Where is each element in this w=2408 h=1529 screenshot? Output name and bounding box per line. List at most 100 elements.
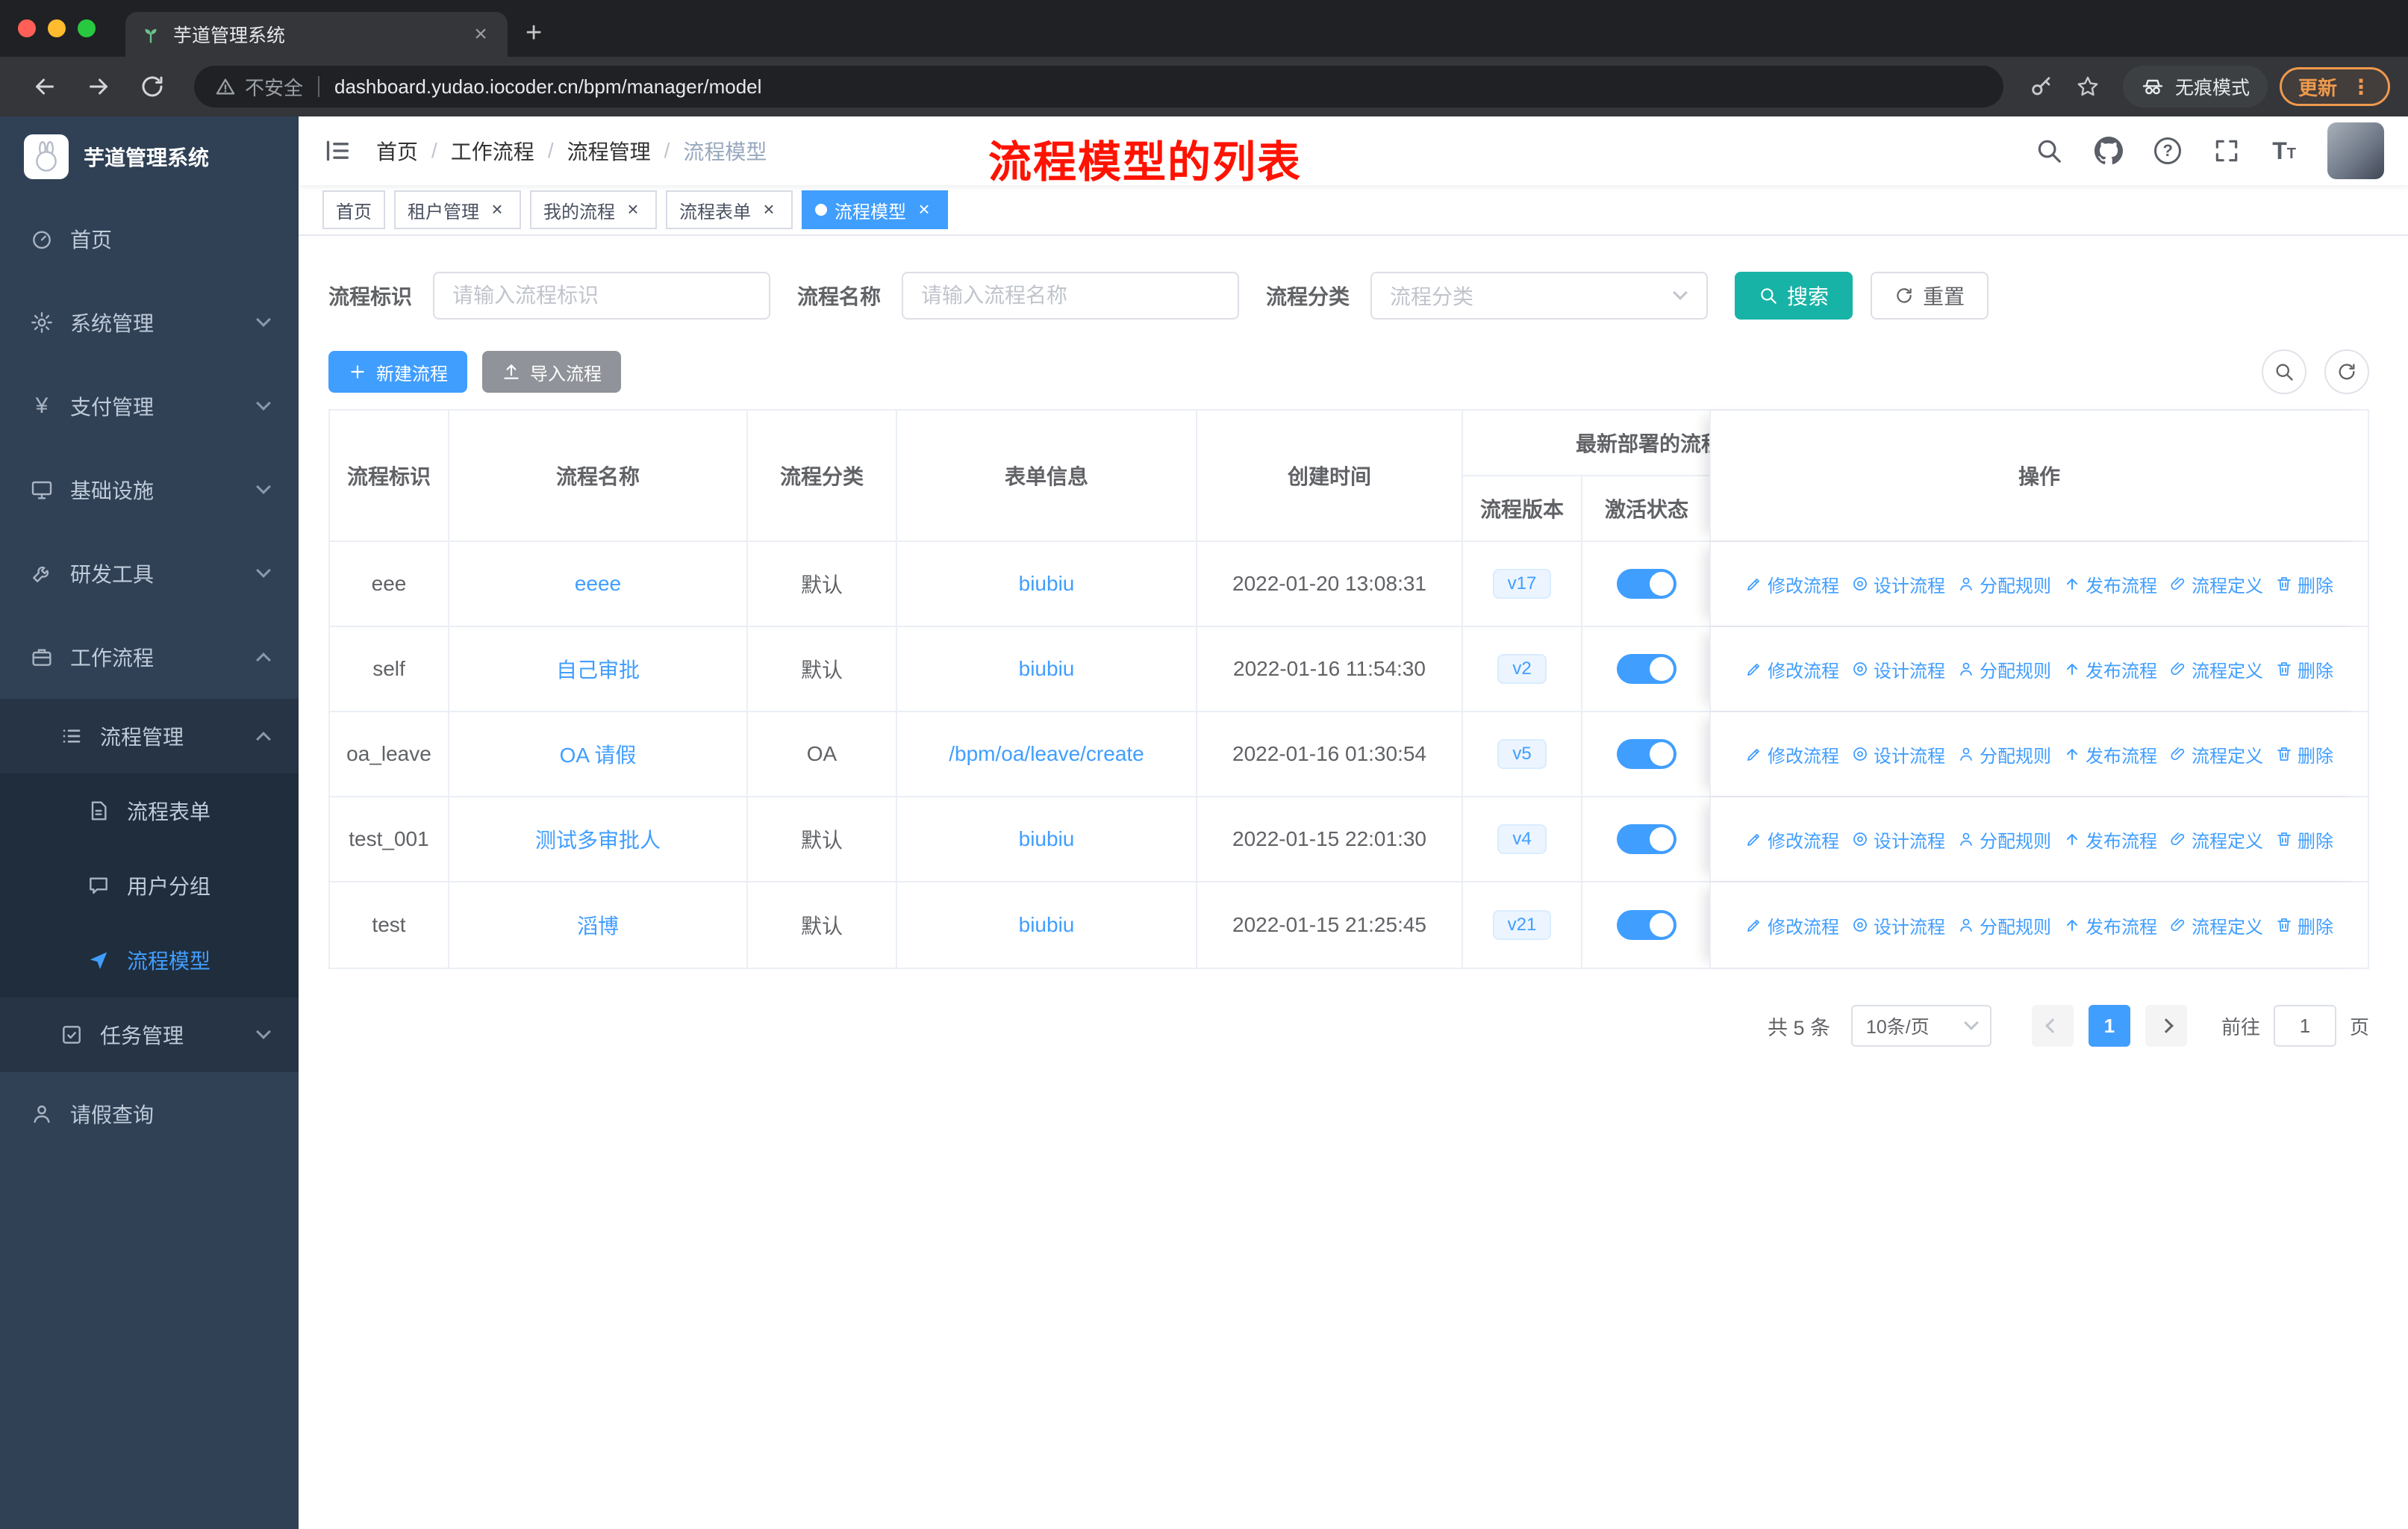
model-name-link[interactable]: 测试多审批人 xyxy=(535,824,661,854)
password-key-icon[interactable] xyxy=(2029,74,2054,99)
forward-button[interactable] xyxy=(85,73,112,100)
edit-flow-link[interactable]: 修改流程 xyxy=(1745,826,1839,853)
tag-view-home[interactable]: 首页 xyxy=(322,190,385,229)
delete-link[interactable]: 删除 xyxy=(2275,826,2333,853)
address-bar[interactable]: 不安全 dashboard.yudao.iocoder.cn/bpm/manag… xyxy=(194,66,2003,108)
form-info-link[interactable]: biubiu xyxy=(1019,913,1075,937)
back-button[interactable] xyxy=(31,73,58,100)
create-process-button[interactable]: 新建流程 xyxy=(328,351,467,393)
hamburger-icon[interactable] xyxy=(322,136,352,166)
minimize-window-button[interactable] xyxy=(48,19,66,37)
close-icon[interactable]: × xyxy=(758,199,779,220)
process-name-input[interactable] xyxy=(902,272,1240,320)
sidebar-item-user-group[interactable]: 用户分组 xyxy=(0,848,299,923)
sidebar-item-task-mgmt[interactable]: 任务管理 xyxy=(0,997,299,1072)
next-page-button[interactable] xyxy=(2145,1005,2187,1047)
close-icon[interactable]: × xyxy=(623,199,643,220)
delete-link[interactable]: 删除 xyxy=(2275,656,2333,682)
sidebar-item-system[interactable]: 系统管理 xyxy=(0,281,299,364)
assign-rule-link[interactable]: 分配规则 xyxy=(1957,656,2051,682)
font-size-icon[interactable]: T T xyxy=(2272,139,2296,163)
form-info-link[interactable]: biubiu xyxy=(1019,572,1075,596)
design-flow-link[interactable]: 设计流程 xyxy=(1851,571,1945,597)
model-name-link[interactable]: 滔博 xyxy=(577,910,619,940)
form-info-link[interactable]: biubiu xyxy=(1019,657,1075,681)
design-flow-link[interactable]: 设计流程 xyxy=(1851,656,1945,682)
assign-rule-link[interactable]: 分配规则 xyxy=(1957,571,2051,597)
breadcrumb-item[interactable]: 工作流程 xyxy=(451,136,534,166)
edit-flow-link[interactable]: 修改流程 xyxy=(1745,571,1839,597)
sidebar-item-process-model[interactable]: 流程模型 xyxy=(0,923,299,997)
design-flow-link[interactable]: 设计流程 xyxy=(1851,741,1945,767)
model-name-link[interactable]: 自己审批 xyxy=(556,654,640,684)
delete-link[interactable]: 删除 xyxy=(2275,741,2333,767)
flow-definition-link[interactable]: 流程定义 xyxy=(2169,656,2263,682)
page-size-select[interactable]: 10条/页 xyxy=(1850,1005,1991,1047)
model-name-link[interactable]: eeee xyxy=(575,572,621,596)
refresh-table-button[interactable] xyxy=(2324,349,2369,394)
active-toggle[interactable] xyxy=(1617,910,1676,940)
assign-rule-link[interactable]: 分配规则 xyxy=(1957,741,2051,767)
flow-definition-link[interactable]: 流程定义 xyxy=(2169,826,2263,853)
prev-page-button[interactable] xyxy=(2031,1005,2074,1047)
breadcrumb-item[interactable]: 首页 xyxy=(376,136,418,166)
goto-page-input[interactable] xyxy=(2273,1005,2336,1047)
import-process-button[interactable]: 导入流程 xyxy=(482,351,621,393)
edit-flow-link[interactable]: 修改流程 xyxy=(1745,912,1839,938)
reload-button[interactable] xyxy=(139,73,166,100)
active-toggle[interactable] xyxy=(1617,739,1676,769)
avatar[interactable] xyxy=(2327,122,2384,179)
publish-flow-link[interactable]: 发布流程 xyxy=(2063,741,2157,767)
sidebar-item-process-form[interactable]: 流程表单 xyxy=(0,773,299,848)
form-info-link[interactable]: /bpm/oa/leave/create xyxy=(949,742,1144,766)
flow-definition-link[interactable]: 流程定义 xyxy=(2169,912,2263,938)
publish-flow-link[interactable]: 发布流程 xyxy=(2063,656,2157,682)
assign-rule-link[interactable]: 分配规则 xyxy=(1957,826,2051,853)
close-icon[interactable]: × xyxy=(914,199,935,220)
update-chrome-button[interactable]: 更新 ⋮ xyxy=(2279,67,2390,106)
search-icon[interactable] xyxy=(2035,137,2063,165)
sidebar-item-workflow[interactable]: 工作流程 xyxy=(0,615,299,699)
maximize-window-button[interactable] xyxy=(78,19,96,37)
tab-close-icon[interactable]: × xyxy=(469,22,493,47)
reset-button[interactable]: 重置 xyxy=(1871,272,1989,320)
edit-flow-link[interactable]: 修改流程 xyxy=(1745,741,1839,767)
active-toggle[interactable] xyxy=(1617,569,1676,599)
publish-flow-link[interactable]: 发布流程 xyxy=(2063,571,2157,597)
process-key-input[interactable] xyxy=(433,272,771,320)
active-toggle[interactable] xyxy=(1617,654,1676,684)
tag-view-tenant[interactable]: 租户管理 × xyxy=(394,190,521,229)
edit-flow-link[interactable]: 修改流程 xyxy=(1745,656,1839,682)
process-category-select[interactable]: 流程分类 xyxy=(1370,272,1709,320)
sidebar-item-infra[interactable]: 基础设施 xyxy=(0,448,299,532)
publish-flow-link[interactable]: 发布流程 xyxy=(2063,826,2157,853)
sidebar-item-payment[interactable]: ¥ 支付管理 xyxy=(0,364,299,448)
sidebar-item-home[interactable]: 首页 xyxy=(0,197,299,281)
toggle-search-button[interactable] xyxy=(2262,349,2306,394)
bookmark-star-icon[interactable] xyxy=(2075,74,2100,99)
design-flow-link[interactable]: 设计流程 xyxy=(1851,826,1945,853)
fullscreen-icon[interactable] xyxy=(2212,137,2241,165)
assign-rule-link[interactable]: 分配规则 xyxy=(1957,912,2051,938)
sidebar-item-devtools[interactable]: 研发工具 xyxy=(0,532,299,615)
tag-view-my-process[interactable]: 我的流程 × xyxy=(530,190,657,229)
tag-view-process-form[interactable]: 流程表单 × xyxy=(666,190,793,229)
github-icon[interactable] xyxy=(2094,137,2123,165)
form-info-link[interactable]: biubiu xyxy=(1019,827,1075,851)
browser-menu-icon[interactable]: ⋮ xyxy=(2351,75,2371,99)
delete-link[interactable]: 删除 xyxy=(2275,912,2333,938)
page-number-button[interactable]: 1 xyxy=(2088,1005,2130,1047)
publish-flow-link[interactable]: 发布流程 xyxy=(2063,912,2157,938)
sidebar-item-leave-query[interactable]: 请假查询 xyxy=(0,1072,299,1156)
tag-view-process-model[interactable]: 流程模型 × xyxy=(802,190,948,229)
browser-tab[interactable]: 芋道管理系统 × xyxy=(125,12,508,57)
sidebar-item-process-mgmt[interactable]: 流程管理 xyxy=(0,699,299,773)
new-tab-button[interactable]: + xyxy=(525,17,542,49)
active-toggle[interactable] xyxy=(1617,824,1676,854)
search-button[interactable]: 搜索 xyxy=(1735,272,1853,320)
design-flow-link[interactable]: 设计流程 xyxy=(1851,912,1945,938)
flow-definition-link[interactable]: 流程定义 xyxy=(2169,741,2263,767)
flow-definition-link[interactable]: 流程定义 xyxy=(2169,571,2263,597)
breadcrumb-item[interactable]: 流程管理 xyxy=(567,136,651,166)
help-icon[interactable]: ? xyxy=(2154,137,2182,164)
